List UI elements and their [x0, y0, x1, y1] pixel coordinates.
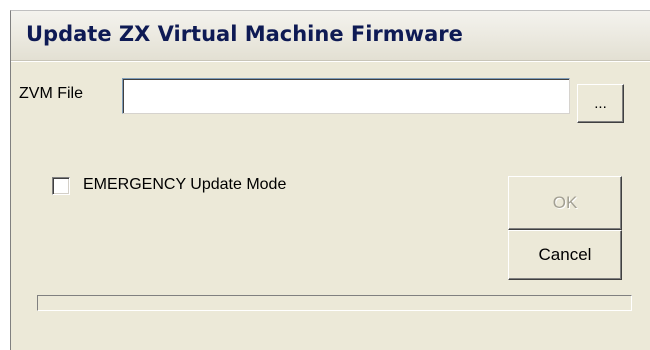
title-divider [11, 61, 650, 62]
zvm-file-input[interactable] [122, 78, 570, 114]
dialog-titlebar[interactable]: Update ZX Virtual Machine Firmware [11, 11, 650, 61]
cancel-button[interactable]: Cancel [508, 230, 622, 280]
dialog-title: Update ZX Virtual Machine Firmware [26, 22, 463, 46]
progress-bar [37, 295, 632, 311]
emergency-checkbox[interactable] [52, 177, 70, 195]
emergency-checkbox-label[interactable]: EMERGENCY Update Mode [83, 176, 286, 194]
ok-button[interactable]: OK [508, 176, 622, 230]
browse-button[interactable]: ... [577, 84, 624, 123]
zvm-file-label: ZVM File [19, 85, 83, 102]
dialog-window: Update ZX Virtual Machine Firmware ZVM F… [10, 10, 650, 350]
